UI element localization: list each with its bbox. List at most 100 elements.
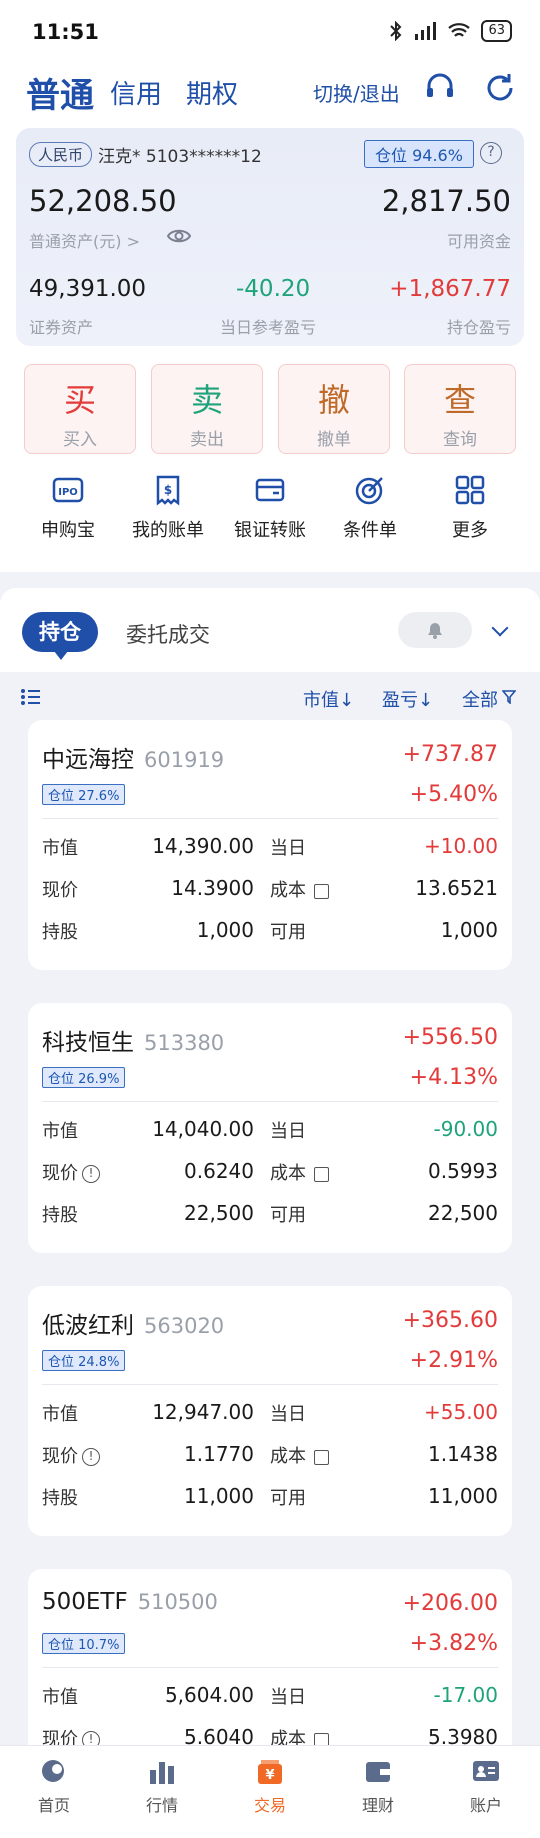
position-card[interactable]: 中远海控 601919 +737.87 仓位 27.6% +5.40% 市值 14,390.… <box>28 720 512 970</box>
edit-icon[interactable] <box>314 1449 329 1465</box>
status-icons: 63 <box>389 20 512 42</box>
value-available: 22,500 <box>428 1201 498 1225</box>
edit-icon[interactable] <box>314 883 329 899</box>
position-pl-pct: +3.82% <box>409 1631 498 1656</box>
value-market-value: 14,390.00 <box>152 834 254 858</box>
help-icon[interactable]: ? <box>480 142 502 164</box>
account-name: 汪克* 5103******12 <box>98 147 262 167</box>
info-icon[interactable]: ! <box>82 1165 100 1183</box>
signal-icon <box>415 22 437 40</box>
quick-bill[interactable]: $ 我的账单 <box>118 474 218 542</box>
info-icon[interactable]: ! <box>82 1448 100 1466</box>
sort-market-value[interactable]: 市值↓ <box>303 686 354 712</box>
query-glyph: 查 <box>443 381 476 419</box>
securities-assets: 49,391.00 <box>29 276 147 302</box>
hold-pl: +1,867.77 <box>389 276 511 302</box>
row-market-value: 市值 5,604.00 当日 -17.00 <box>42 1683 498 1711</box>
value-available: 11,000 <box>428 1484 498 1508</box>
tab-normal[interactable]: 普通 <box>26 68 94 117</box>
tab-options[interactable]: 期权 <box>186 74 238 111</box>
row-market-value: 市值 14,040.00 当日 -90.00 <box>42 1117 498 1145</box>
sort-bar: 市值↓ 盈亏↓ 全部 <box>0 672 540 720</box>
currency-chip: 人民币 <box>29 142 93 167</box>
filter-all[interactable]: 全部 <box>462 686 498 712</box>
battery-icon: 63 <box>481 20 512 42</box>
nav-finance[interactable]: 理财 <box>324 1756 432 1816</box>
position-pl: +737.87 <box>402 742 498 767</box>
cancel-label: 撤单 <box>317 430 351 450</box>
nav-trade-label: 交易 <box>253 1796 286 1815</box>
position-pl: +365.60 <box>402 1308 498 1333</box>
chart-icon <box>150 1762 174 1784</box>
tab-orders[interactable]: 委托成交 <box>126 619 210 649</box>
sell-glyph: 卖 <box>190 381 223 419</box>
position-ratio-badge: 仓位 27.6% <box>42 784 126 805</box>
position-code: 510500 <box>137 1590 218 1614</box>
list-icon[interactable] <box>20 688 42 706</box>
headset-icon[interactable] <box>422 70 458 106</box>
filter-icon[interactable] <box>502 690 516 704</box>
bottom-nav: 首页 行情 ¥ 交易 理财 账户 <box>0 1745 540 1838</box>
quick-condition-order-label: 条件单 <box>343 520 397 541</box>
holdings-header: 持仓 委托成交 <box>0 588 540 672</box>
quick-transfer-label: 银证转账 <box>234 520 306 541</box>
nav-trade[interactable]: ¥ 交易 <box>216 1756 324 1816</box>
value-today: +10.00 <box>423 834 498 858</box>
eye-icon[interactable] <box>166 226 192 246</box>
quick-more[interactable]: 更多 <box>420 474 520 542</box>
row-market-value: 市值 12,947.00 当日 +55.00 <box>42 1400 498 1428</box>
label-price-text: 现价 <box>42 1446 78 1467</box>
position-code: 563020 <box>144 1314 225 1338</box>
nav-home[interactable]: 首页 <box>0 1756 108 1816</box>
position-pl: +206.00 <box>402 1591 498 1616</box>
row-price: 现价 14.3900 成本 13.6521 <box>42 876 498 904</box>
query-button[interactable]: 查查询 <box>404 364 516 454</box>
query-label: 查询 <box>443 430 477 450</box>
label-cost: 成本 <box>270 1442 329 1468</box>
quick-more-label: 更多 <box>452 520 488 541</box>
buy-button[interactable]: 买买入 <box>24 364 136 454</box>
alert-toggle[interactable] <box>398 612 472 648</box>
sell-button[interactable]: 卖卖出 <box>151 364 263 454</box>
total-assets-label[interactable]: 普通资产(元) > <box>29 228 140 252</box>
value-cost: 13.6521 <box>415 876 498 900</box>
value-shares: 11,000 <box>184 1484 254 1508</box>
position-ratio-badge: 仓位 10.7% <box>42 1633 126 1654</box>
value-market-value: 5,604.00 <box>164 1683 254 1707</box>
position-pl-pct: +4.13% <box>409 1065 498 1090</box>
today-pl-label: 当日参考盈亏 <box>220 318 317 337</box>
refresh-icon[interactable] <box>482 70 518 106</box>
nav-account[interactable]: 账户 <box>432 1756 540 1816</box>
edit-icon[interactable] <box>314 1166 329 1182</box>
quick-ipo[interactable]: IPO 申购宝 <box>18 474 118 542</box>
finance-icon <box>366 1762 390 1782</box>
label-cost-text: 成本 <box>270 1163 306 1184</box>
securities-assets-label: 证券资产 <box>29 318 94 337</box>
available-funds-label: 可用资金 <box>446 232 511 251</box>
label-cost: 成本 <box>270 876 329 902</box>
bill-icon: $ <box>156 475 180 506</box>
label-cost: 成本 <box>270 1159 329 1185</box>
position-card[interactable]: 科技恒生 513380 +556.50 仓位 26.9% +4.13% 市值 14,040.… <box>28 1003 512 1253</box>
target-icon <box>355 477 383 505</box>
tab-credit[interactable]: 信用 <box>110 74 162 111</box>
cancel-order-button[interactable]: 撤撤单 <box>278 364 390 454</box>
trade-icon: ¥ <box>258 1760 282 1784</box>
label-price-text: 现价 <box>42 1163 78 1184</box>
switch-logout-button[interactable]: 切换/退出 <box>313 78 400 107</box>
sort-profit[interactable]: 盈亏↓ <box>382 686 433 712</box>
quick-transfer[interactable]: 银证转账 <box>220 474 320 542</box>
quick-condition-order[interactable]: 条件单 <box>320 474 420 542</box>
today-pl: -40.20 <box>236 276 311 302</box>
tab-holdings[interactable]: 持仓 <box>22 612 98 660</box>
row-shares: 持股 1,000 可用 1,000 <box>42 918 498 946</box>
chevron-down-icon[interactable] <box>491 619 509 637</box>
status-bar: 11:51 63 <box>0 0 540 62</box>
position-ratio-badge: 仓位 94.6% <box>364 140 474 168</box>
status-time: 11:51 <box>32 20 99 44</box>
svg-text:$: $ <box>164 483 172 497</box>
row-shares: 持股 11,000 可用 11,000 <box>42 1484 498 1512</box>
nav-market[interactable]: 行情 <box>108 1756 216 1816</box>
value-cost: 1.1438 <box>428 1442 498 1466</box>
position-card[interactable]: 低波红利 563020 +365.60 仓位 24.8% +2.91% 市值 12,947.… <box>28 1286 512 1536</box>
